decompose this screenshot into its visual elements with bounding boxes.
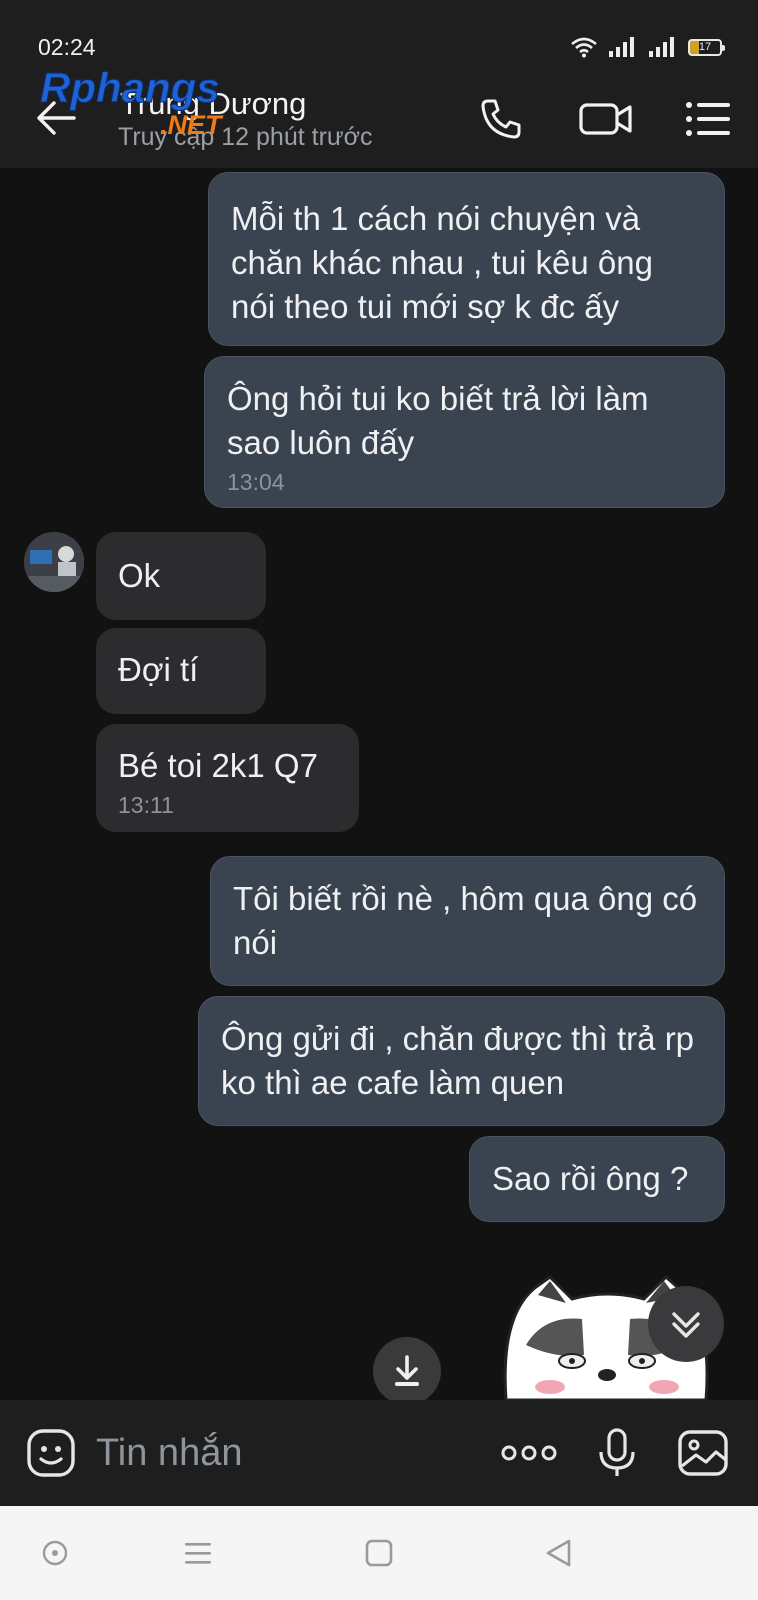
message-timestamp: 13:11 <box>118 792 174 818</box>
video-call-icon[interactable] <box>578 94 634 144</box>
download-button[interactable] <box>373 1337 441 1405</box>
chevron-double-down-icon <box>672 1312 700 1338</box>
system-navigation-bar <box>0 1506 758 1600</box>
message-bubble-incoming[interactable]: Bé toi 2k1 Q7 13:11 <box>96 724 359 832</box>
microphone-icon[interactable] <box>590 1426 644 1480</box>
message-text: Sao rồi ông ? <box>492 1160 689 1197</box>
recent-apps-dot-icon[interactable] <box>38 1536 72 1570</box>
message-text: Ok <box>118 557 161 594</box>
contact-avatar[interactable] <box>24 532 84 592</box>
battery-icon: 17 <box>688 38 725 56</box>
back-triangle-icon[interactable] <box>542 1536 576 1570</box>
menu-lines-icon[interactable] <box>181 1536 215 1570</box>
phone-icon[interactable] <box>476 94 526 144</box>
message-text: Ông hỏi tui ko biết trả lời làm sao luôn… <box>227 380 649 461</box>
status-time: 02:24 <box>38 34 96 60</box>
avatar-image <box>24 532 84 592</box>
message-bubble-outgoing[interactable]: Mỗi th 1 cách nói chuyện và chăn khác nh… <box>208 172 725 346</box>
message-bubble-incoming[interactable]: Đợi tí <box>96 628 266 714</box>
message-bubble-incoming[interactable]: Ok <box>96 532 266 620</box>
watermark-text-net: .NET <box>160 110 224 140</box>
chat-header: Trung Dương Truy cập 12 phút trước Rphan… <box>0 64 758 168</box>
message-composer <box>0 1400 758 1506</box>
wifi-icon <box>571 37 597 58</box>
message-text: Tôi biết rồi nè , hôm qua ông có nói <box>233 880 698 961</box>
message-bubble-outgoing[interactable]: Ông gửi đi , chăn được thì trả rp ko thì… <box>198 996 725 1126</box>
signal-icon <box>649 37 674 57</box>
battery-level: 17 <box>698 40 712 53</box>
status-icons: 17 <box>570 36 725 58</box>
home-square-icon[interactable] <box>362 1536 396 1570</box>
message-text: Mỗi th 1 cách nói chuyện và chăn khác nh… <box>231 200 653 325</box>
message-bubble-outgoing[interactable]: Ông hỏi tui ko biết trả lời làm sao luôn… <box>204 356 725 508</box>
message-text: Ông gửi đi , chăn được thì trả rp ko thì… <box>221 1020 695 1101</box>
watermark-logo: Rphangs .NET <box>40 64 225 141</box>
more-dots-icon[interactable] <box>500 1426 558 1480</box>
download-icon <box>395 1355 419 1386</box>
menu-icon[interactable] <box>684 94 734 144</box>
watermark-text-main: Rphangs <box>40 64 220 111</box>
message-timestamp: 13:04 <box>227 469 285 495</box>
message-bubble-outgoing[interactable]: Tôi biết rồi nè , hôm qua ông có nói <box>210 856 725 986</box>
signal-icon <box>609 37 634 57</box>
scroll-to-bottom-button[interactable] <box>648 1286 724 1362</box>
message-input[interactable] <box>96 1430 476 1476</box>
message-text: Đợi tí <box>118 651 199 688</box>
image-icon[interactable] <box>676 1426 730 1480</box>
message-text: Bé toi 2k1 Q7 <box>118 747 318 784</box>
message-bubble-outgoing[interactable]: Sao rồi ông ? <box>469 1136 725 1222</box>
emoji-icon[interactable] <box>24 1426 78 1480</box>
